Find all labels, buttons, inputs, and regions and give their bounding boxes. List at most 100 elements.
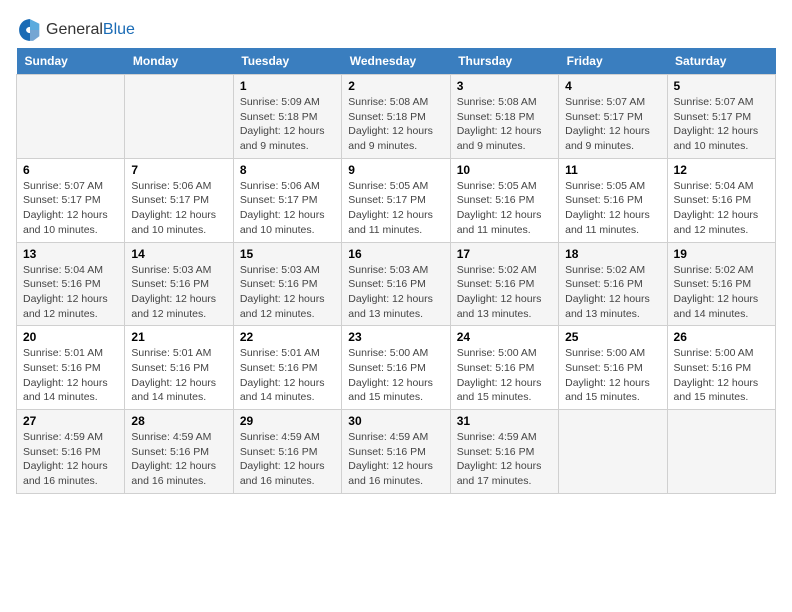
day-number: 20	[23, 330, 118, 344]
calendar-cell: 23 Sunrise: 5:00 AM Sunset: 5:16 PM Dayli…	[342, 326, 450, 410]
day-number: 4	[565, 79, 660, 93]
day-info: Sunrise: 5:08 AM Sunset: 5:18 PM Dayligh…	[348, 95, 443, 154]
logo-icon	[16, 16, 44, 44]
page-header: General Blue	[16, 16, 776, 44]
calendar-cell	[17, 75, 125, 159]
calendar-cell: 13 Sunrise: 5:04 AM Sunset: 5:16 PM Dayli…	[17, 242, 125, 326]
day-number: 17	[457, 247, 552, 261]
calendar-cell: 20 Sunrise: 5:01 AM Sunset: 5:16 PM Dayli…	[17, 326, 125, 410]
calendar-week-row: 20 Sunrise: 5:01 AM Sunset: 5:16 PM Dayli…	[17, 326, 776, 410]
day-number: 6	[23, 163, 118, 177]
day-info: Sunrise: 4:59 AM Sunset: 5:16 PM Dayligh…	[23, 430, 118, 489]
day-info: Sunrise: 5:04 AM Sunset: 5:16 PM Dayligh…	[674, 179, 769, 238]
day-number: 3	[457, 79, 552, 93]
calendar-cell: 14 Sunrise: 5:03 AM Sunset: 5:16 PM Dayli…	[125, 242, 233, 326]
logo-general: General	[46, 21, 103, 39]
day-info: Sunrise: 5:08 AM Sunset: 5:18 PM Dayligh…	[457, 95, 552, 154]
calendar-table: SundayMondayTuesdayWednesdayThursdayFrid…	[16, 48, 776, 494]
calendar-cell: 24 Sunrise: 5:00 AM Sunset: 5:16 PM Dayli…	[450, 326, 558, 410]
calendar-cell: 26 Sunrise: 5:00 AM Sunset: 5:16 PM Dayli…	[667, 326, 775, 410]
calendar-cell: 17 Sunrise: 5:02 AM Sunset: 5:16 PM Dayli…	[450, 242, 558, 326]
day-number: 26	[674, 330, 769, 344]
day-info: Sunrise: 5:04 AM Sunset: 5:16 PM Dayligh…	[23, 263, 118, 322]
day-number: 13	[23, 247, 118, 261]
calendar-cell: 31 Sunrise: 4:59 AM Sunset: 5:16 PM Dayli…	[450, 410, 558, 494]
day-number: 28	[131, 414, 226, 428]
day-info: Sunrise: 5:00 AM Sunset: 5:16 PM Dayligh…	[348, 346, 443, 405]
calendar-cell: 25Sunrise: 5:00 AM Sunset: 5:16 PM Dayli…	[559, 326, 667, 410]
day-info: Sunrise: 5:03 AM Sunset: 5:16 PM Dayligh…	[131, 263, 226, 322]
day-info: Sunrise: 5:05 AM Sunset: 5:16 PM Dayligh…	[565, 179, 660, 238]
logo: General Blue	[16, 16, 135, 44]
day-info: Sunrise: 5:00 AM Sunset: 5:16 PM Dayligh…	[457, 346, 552, 405]
calendar-cell: 12 Sunrise: 5:04 AM Sunset: 5:16 PM Dayli…	[667, 158, 775, 242]
calendar-cell: 29 Sunrise: 4:59 AM Sunset: 5:16 PM Dayli…	[233, 410, 341, 494]
day-info: Sunrise: 5:02 AM Sunset: 5:16 PM Dayligh…	[457, 263, 552, 322]
day-number: 24	[457, 330, 552, 344]
day-info: Sunrise: 4:59 AM Sunset: 5:16 PM Dayligh…	[457, 430, 552, 489]
day-info: Sunrise: 5:05 AM Sunset: 5:16 PM Dayligh…	[457, 179, 552, 238]
day-number: 27	[23, 414, 118, 428]
calendar-cell: 5 Sunrise: 5:07 AM Sunset: 5:17 PM Daylig…	[667, 75, 775, 159]
day-info: Sunrise: 5:01 AM Sunset: 5:16 PM Dayligh…	[240, 346, 335, 405]
calendar-cell: 7 Sunrise: 5:06 AM Sunset: 5:17 PM Daylig…	[125, 158, 233, 242]
day-number: 16	[348, 247, 443, 261]
day-info: Sunrise: 5:07 AM Sunset: 5:17 PM Dayligh…	[674, 95, 769, 154]
calendar-cell: 16Sunrise: 5:03 AM Sunset: 5:16 PM Dayli…	[342, 242, 450, 326]
day-info: Sunrise: 5:07 AM Sunset: 5:17 PM Dayligh…	[23, 179, 118, 238]
day-number: 12	[674, 163, 769, 177]
calendar-week-row: 13 Sunrise: 5:04 AM Sunset: 5:16 PM Dayli…	[17, 242, 776, 326]
day-number: 10	[457, 163, 552, 177]
day-number: 29	[240, 414, 335, 428]
day-number: 7	[131, 163, 226, 177]
day-info: Sunrise: 5:01 AM Sunset: 5:16 PM Dayligh…	[131, 346, 226, 405]
day-number: 25	[565, 330, 660, 344]
calendar-cell: 28 Sunrise: 4:59 AM Sunset: 5:16 PM Dayli…	[125, 410, 233, 494]
calendar-cell: 21 Sunrise: 5:01 AM Sunset: 5:16 PM Dayli…	[125, 326, 233, 410]
day-info: Sunrise: 5:02 AM Sunset: 5:16 PM Dayligh…	[674, 263, 769, 322]
day-number: 18	[565, 247, 660, 261]
calendar-cell	[667, 410, 775, 494]
calendar-cell: 2 Sunrise: 5:08 AM Sunset: 5:18 PM Daylig…	[342, 75, 450, 159]
day-info: Sunrise: 5:03 AM Sunset: 5:16 PM Dayligh…	[240, 263, 335, 322]
logo-blue: Blue	[103, 21, 135, 39]
calendar-cell: 22 Sunrise: 5:01 AM Sunset: 5:16 PM Dayli…	[233, 326, 341, 410]
calendar-cell: 8Sunrise: 5:06 AM Sunset: 5:17 PM Daylig…	[233, 158, 341, 242]
day-number: 21	[131, 330, 226, 344]
day-info: Sunrise: 5:05 AM Sunset: 5:17 PM Dayligh…	[348, 179, 443, 238]
weekday-header-row: SundayMondayTuesdayWednesdayThursdayFrid…	[17, 48, 776, 75]
day-number: 1	[240, 79, 335, 93]
calendar-cell: 30 Sunrise: 4:59 AM Sunset: 5:16 PM Dayli…	[342, 410, 450, 494]
day-number: 23	[348, 330, 443, 344]
calendar-week-row: 1Sunrise: 5:09 AM Sunset: 5:18 PM Daylig…	[17, 75, 776, 159]
day-info: Sunrise: 4:59 AM Sunset: 5:16 PM Dayligh…	[348, 430, 443, 489]
day-number: 15	[240, 247, 335, 261]
calendar-cell: 3 Sunrise: 5:08 AM Sunset: 5:18 PM Daylig…	[450, 75, 558, 159]
day-info: Sunrise: 5:01 AM Sunset: 5:16 PM Dayligh…	[23, 346, 118, 405]
weekday-header: Saturday	[667, 48, 775, 75]
day-number: 14	[131, 247, 226, 261]
day-info: Sunrise: 4:59 AM Sunset: 5:16 PM Dayligh…	[131, 430, 226, 489]
day-info: Sunrise: 5:07 AM Sunset: 5:17 PM Dayligh…	[565, 95, 660, 154]
day-info: Sunrise: 5:06 AM Sunset: 5:17 PM Dayligh…	[240, 179, 335, 238]
weekday-header: Thursday	[450, 48, 558, 75]
day-number: 31	[457, 414, 552, 428]
day-number: 19	[674, 247, 769, 261]
day-number: 22	[240, 330, 335, 344]
day-info: Sunrise: 5:06 AM Sunset: 5:17 PM Dayligh…	[131, 179, 226, 238]
calendar-cell: 6 Sunrise: 5:07 AM Sunset: 5:17 PM Daylig…	[17, 158, 125, 242]
calendar-cell: 4 Sunrise: 5:07 AM Sunset: 5:17 PM Daylig…	[559, 75, 667, 159]
calendar-cell: 10 Sunrise: 5:05 AM Sunset: 5:16 PM Dayli…	[450, 158, 558, 242]
day-info: Sunrise: 5:00 AM Sunset: 5:16 PM Dayligh…	[674, 346, 769, 405]
day-info: Sunrise: 4:59 AM Sunset: 5:16 PM Dayligh…	[240, 430, 335, 489]
day-info: Sunrise: 5:02 AM Sunset: 5:16 PM Dayligh…	[565, 263, 660, 322]
day-number: 2	[348, 79, 443, 93]
calendar-cell: 9Sunrise: 5:05 AM Sunset: 5:17 PM Daylig…	[342, 158, 450, 242]
calendar-cell	[125, 75, 233, 159]
day-number: 30	[348, 414, 443, 428]
day-number: 5	[674, 79, 769, 93]
weekday-header: Friday	[559, 48, 667, 75]
logo-text: General Blue	[46, 21, 135, 39]
weekday-header: Wednesday	[342, 48, 450, 75]
calendar-cell: 1Sunrise: 5:09 AM Sunset: 5:18 PM Daylig…	[233, 75, 341, 159]
